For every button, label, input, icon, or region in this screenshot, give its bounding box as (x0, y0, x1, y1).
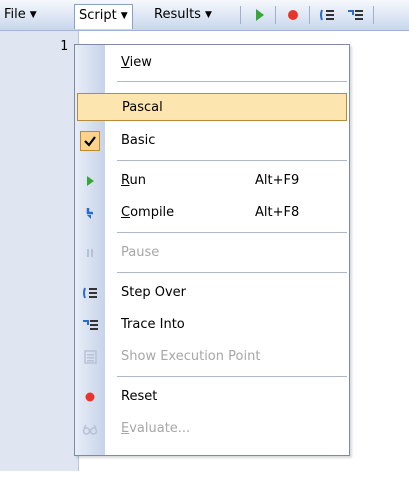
menu-item-label: Reset (121, 389, 158, 404)
menu-item-label: Show Execution Point (121, 349, 261, 364)
record-icon[interactable] (284, 6, 302, 24)
menu-item-reset[interactable]: Reset (75, 383, 349, 411)
compile-icon (86, 208, 93, 219)
menu-item-basic[interactable]: Basic (75, 127, 349, 155)
menu-item-run[interactable]: Run Alt+F9 (75, 167, 349, 195)
toolbar-separator (373, 6, 374, 24)
menu-separator (117, 376, 347, 377)
menu-item-label: View (121, 55, 152, 70)
step-over-icon[interactable] (318, 6, 336, 24)
menu-item-label: Evaluate... (121, 421, 191, 436)
menu-item-view[interactable]: View (75, 49, 349, 77)
script-menu[interactable]: Script ▼ (74, 4, 133, 29)
menu-separator (117, 272, 347, 273)
menu-separator (117, 160, 347, 161)
menu-item-label: Run (121, 173, 146, 188)
menu-item-label: Basic (121, 133, 156, 148)
script-dropdown-menu: View Pascal Basic Run Alt+F9 Compile Alt… (74, 44, 350, 456)
reset-icon (85, 392, 95, 402)
script-menu-label: Script (79, 8, 117, 23)
menu-item-evaluate[interactable]: Evaluate... (75, 415, 349, 443)
results-menu[interactable]: Results ▼ (150, 4, 216, 26)
run-icon[interactable] (250, 6, 268, 24)
execution-point-icon (84, 350, 97, 364)
menu-item-label: Pascal (122, 100, 163, 115)
toolbar-separator (240, 6, 241, 24)
glasses-icon (82, 424, 98, 435)
menu-item-label: Trace Into (121, 317, 185, 332)
toolbar: File ▼ Script ▼ Results ▼ (0, 0, 409, 31)
menu-item-compile[interactable]: Compile Alt+F8 (75, 199, 349, 227)
line-gutter: 1 (0, 31, 79, 471)
toolbar-separator (275, 6, 276, 24)
line-number: 1 (60, 39, 68, 54)
trace-into-icon[interactable] (346, 6, 364, 24)
menu-item-label: Pause (121, 245, 160, 260)
menu-item-trace-into[interactable]: Trace Into (75, 311, 349, 339)
menu-item-pause[interactable]: Pause (75, 239, 349, 267)
menu-item-step-over[interactable]: Step Over (75, 279, 349, 307)
chevron-down-icon: ▼ (120, 11, 128, 21)
file-menu-label: File (4, 7, 26, 22)
chevron-down-icon: ▼ (29, 10, 37, 20)
file-menu[interactable]: File ▼ (0, 4, 41, 26)
shortcut-label: Alt+F8 (255, 205, 300, 220)
pause-icon (87, 249, 93, 257)
results-menu-label: Results (154, 7, 201, 22)
toolbar-separator (309, 6, 310, 24)
menu-item-show-execution-point[interactable]: Show Execution Point (75, 343, 349, 371)
menu-item-pascal[interactable]: Pascal (77, 93, 347, 121)
menu-separator (117, 232, 347, 233)
checkmark-icon (84, 136, 96, 147)
step-over-icon (83, 287, 97, 299)
shortcut-label: Alt+F9 (255, 173, 300, 188)
run-icon (87, 176, 94, 186)
menu-separator (117, 81, 347, 82)
chevron-down-icon: ▼ (204, 10, 212, 20)
trace-into-icon (83, 320, 98, 330)
menu-item-label: Compile (121, 205, 175, 220)
menu-item-label: Step Over (121, 285, 186, 300)
